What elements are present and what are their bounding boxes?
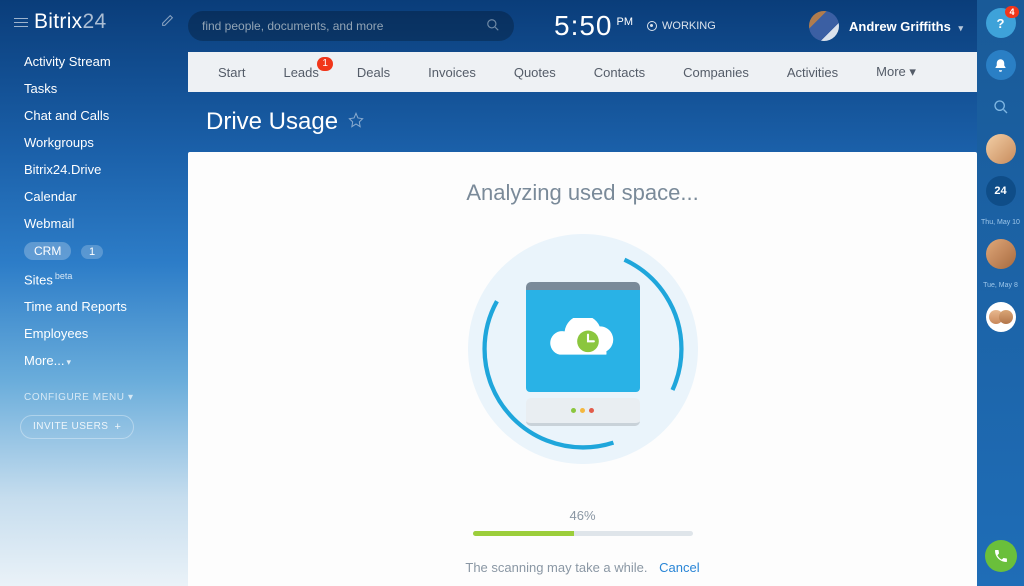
progress-bar-fill xyxy=(473,531,574,536)
rail-search-button[interactable] xyxy=(986,92,1016,122)
sidebar-item-crm[interactable]: CRM 1 xyxy=(0,237,188,265)
sidebar-item-label: CRM xyxy=(24,242,71,260)
leads-badge: 1 xyxy=(317,57,333,71)
search-icon[interactable] xyxy=(486,18,500,35)
sidebar-item-sites[interactable]: Sitesbeta xyxy=(0,265,188,293)
user-menu[interactable]: Andrew Griffiths ▾ xyxy=(849,19,963,34)
sidebar-item-tasks[interactable]: Tasks xyxy=(0,75,188,102)
rail-avatar-2[interactable] xyxy=(986,239,1016,269)
sidebar-item-drive[interactable]: Bitrix24.Drive xyxy=(0,156,188,183)
search-input[interactable] xyxy=(202,19,486,33)
progress-percent: 46% xyxy=(188,508,977,523)
rail-date-2: Tue, May 8 xyxy=(983,281,1018,290)
scan-note: The scanning may take a while. Cancel xyxy=(188,560,977,575)
plus-icon: + xyxy=(114,421,121,433)
clock-ampm: PM xyxy=(617,16,634,28)
help-badge: 4 xyxy=(1005,6,1018,18)
progress-bar xyxy=(473,531,693,536)
cancel-link[interactable]: Cancel xyxy=(659,560,699,575)
sidebar-item-calendar[interactable]: Calendar xyxy=(0,183,188,210)
tab-contacts[interactable]: Contacts xyxy=(582,65,657,80)
record-icon xyxy=(647,21,657,31)
menu-icon[interactable] xyxy=(14,15,28,30)
sidebar-item-employees[interactable]: Employees xyxy=(0,320,188,347)
progress-block: 46% xyxy=(188,508,977,536)
search-box[interactable] xyxy=(188,11,514,41)
brand-logo[interactable]: Bitrix24 xyxy=(34,10,106,34)
pencil-icon[interactable] xyxy=(161,14,174,30)
rail-avatar-1[interactable] xyxy=(986,134,1016,164)
notifications-button[interactable] xyxy=(986,50,1016,80)
sidebar-item-workgroups[interactable]: Workgroups xyxy=(0,129,188,156)
main-area: 5:50 PM WORKING Andrew Griffiths ▾ Start… xyxy=(188,0,977,586)
call-button[interactable] xyxy=(985,540,1017,572)
help-button[interactable]: ? 4 xyxy=(986,8,1016,38)
tab-activities[interactable]: Activities xyxy=(775,65,850,80)
rail-bitrix24-button[interactable]: 24 xyxy=(986,176,1016,206)
rail-date-1: Thu, May 10 xyxy=(981,218,1020,227)
sidebar-item-more[interactable]: More...▾ xyxy=(0,347,188,374)
work-status[interactable]: WORKING xyxy=(647,20,716,32)
left-sidebar: Bitrix24 Activity Stream Tasks Chat and … xyxy=(0,0,188,586)
sidebar-item-time-reports[interactable]: Time and Reports xyxy=(0,293,188,320)
chevron-down-icon: ▾ xyxy=(909,64,916,79)
configure-menu-link[interactable]: CONFIGURE MENU ▾ xyxy=(0,374,188,409)
analyzing-heading: Analyzing used space... xyxy=(188,180,977,206)
chevron-down-icon: ▾ xyxy=(128,392,134,403)
top-bar: 5:50 PM WORKING Andrew Griffiths ▾ xyxy=(188,0,977,52)
chevron-down-icon: ▾ xyxy=(958,23,963,33)
star-icon[interactable] xyxy=(348,112,364,133)
page-title: Drive Usage xyxy=(206,108,338,136)
brand-text-a: Bitrix xyxy=(34,10,82,33)
tab-leads[interactable]: Leads 1 xyxy=(271,65,330,80)
tab-more[interactable]: More ▾ xyxy=(864,64,928,80)
drive-base-icon xyxy=(526,398,640,426)
scan-illustration xyxy=(468,234,698,464)
clock-time: 5:50 xyxy=(554,10,613,42)
cloud-icon xyxy=(540,318,626,368)
content-card: Analyzing used space... xyxy=(188,152,977,586)
page-title-row: Drive Usage xyxy=(188,92,977,152)
sidebar-item-webmail[interactable]: Webmail xyxy=(0,210,188,237)
tab-quotes[interactable]: Quotes xyxy=(502,65,568,80)
sidebar-nav: Activity Stream Tasks Chat and Calls Wor… xyxy=(0,48,188,374)
clock: 5:50 PM xyxy=(554,10,633,42)
tab-companies[interactable]: Companies xyxy=(671,65,761,80)
brand-text-b: 24 xyxy=(82,10,106,33)
crm-count-badge: 1 xyxy=(81,245,103,259)
sidebar-item-activity-stream[interactable]: Activity Stream xyxy=(0,48,188,75)
tab-invoices[interactable]: Invoices xyxy=(416,65,488,80)
right-rail: ? 4 24 Thu, May 10 Tue, May 8 xyxy=(977,0,1024,586)
tab-deals[interactable]: Deals xyxy=(345,65,402,80)
sidebar-item-chat[interactable]: Chat and Calls xyxy=(0,102,188,129)
drive-icon xyxy=(526,282,640,426)
avatar[interactable] xyxy=(809,11,839,41)
rail-group-avatar[interactable] xyxy=(986,302,1016,332)
beta-tag: beta xyxy=(55,271,73,281)
crm-subnav: Start Leads 1 Deals Invoices Quotes Cont… xyxy=(188,52,977,92)
invite-users-button[interactable]: INVITE USERS + xyxy=(20,415,134,439)
tab-start[interactable]: Start xyxy=(206,65,257,80)
chevron-down-icon: ▾ xyxy=(66,357,71,367)
